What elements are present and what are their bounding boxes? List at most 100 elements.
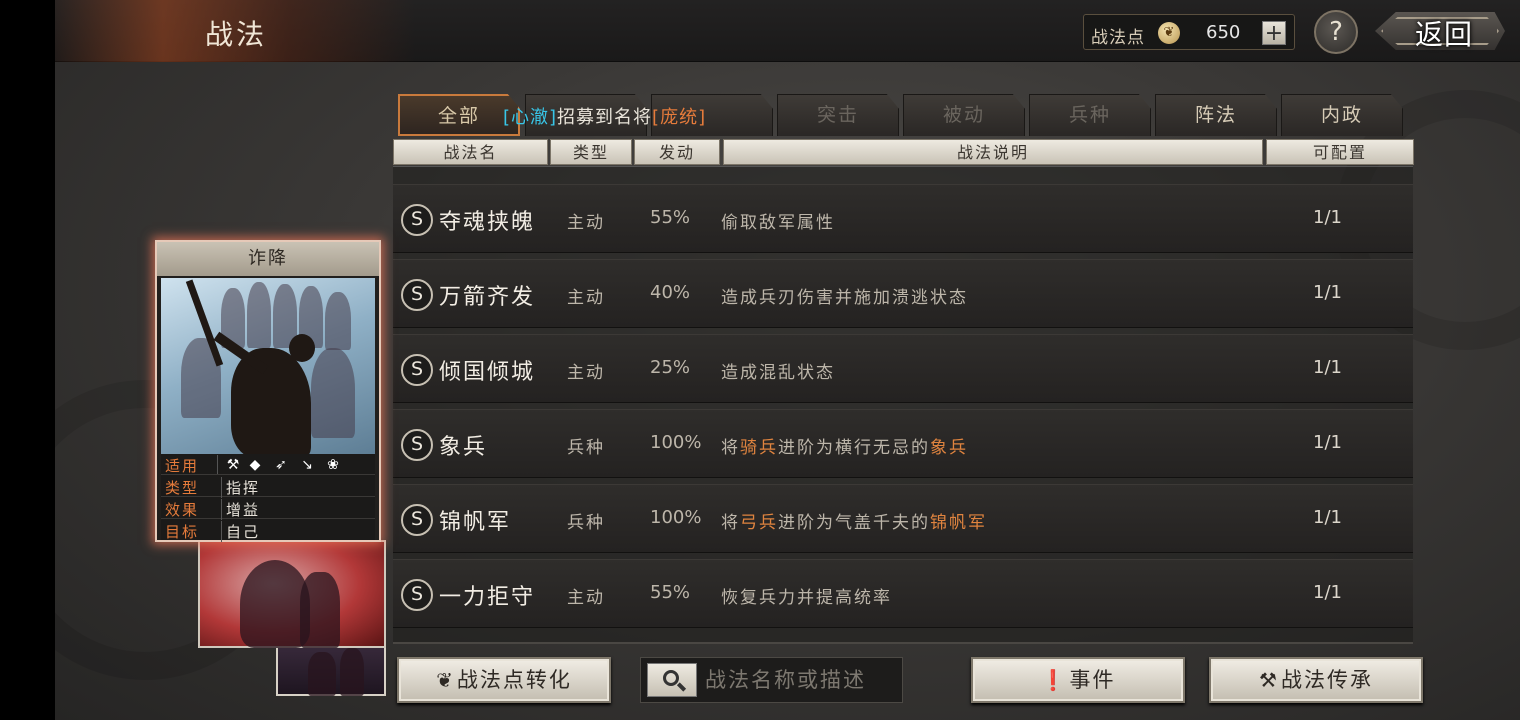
tactic-row[interactable]: S 夺魂挟魄 主动 55% 偷取敌军属性 1/1 [393,184,1413,253]
card-figure [300,572,340,648]
notice-player-name: [心澈] [503,107,558,128]
grade-s-icon: S [401,579,433,611]
tactic-trigger-rate: 100% [650,432,702,453]
tab-formation[interactable]: 阵法 [1155,94,1277,136]
description-keyword: 锦帆军 [930,513,987,533]
hammer-icon: ⚒ [1259,668,1279,692]
card-artwork [161,278,375,454]
grade-s-icon: S [401,204,433,236]
tactic-name: 象兵 [439,435,488,460]
alert-ticket-icon: ❗ [1040,668,1068,692]
card-info-applicable: 适用 ⚒ ◆ ➶ ↘ ❀ [161,454,375,475]
axe-icon: ⚒ [226,457,240,473]
tactic-type: 主动 [567,213,605,233]
tactic-type: 主动 [567,588,605,608]
tab-assault[interactable]: 突击 [777,94,899,136]
description-keyword: 骑兵 [740,438,778,458]
tab-passive[interactable]: 被动 [903,94,1025,136]
description-text: 进阶为气盖千夫的 [778,513,930,533]
tactic-card-stacked[interactable] [276,640,386,696]
tactic-configurable-count: 1/1 [1313,432,1342,453]
tactics-table: S 夺魂挟魄 主动 55% 偷取敌军属性 1/1 S 万箭齐发 主动 40% 造成兵刃伤害并施加溃逃… [393,166,1413,644]
description-keyword: 弓兵 [740,513,778,533]
tactic-description: 将骑兵进阶为横行无忌的象兵 [721,433,968,458]
grade-s-icon: S [401,504,433,536]
tactic-type: 兵种 [567,438,605,458]
tab-troop-type[interactable]: 兵种 [1029,94,1151,136]
main-stage: 战法 战法点 ❦ 650 + ? 返回 全部 突击 被动 兵种 阵法 内政 [心… [55,0,1520,720]
info-value: 自己 [221,521,260,542]
army-silhouette [325,292,351,350]
tactic-description: 将弓兵进阶为气盖千夫的锦帆军 [721,508,987,533]
tactic-name: 万箭齐发 [439,285,536,310]
convert-points-label: 战法点转化 [456,668,572,692]
card-info-panel: 适用 ⚒ ◆ ➶ ↘ ❀ 类型 指挥 效果 增益 目标 自己 [161,454,375,542]
description-text: 偷取敌军属性 [721,213,835,233]
tactic-card-selected[interactable]: 诈降 适用 ⚒ ◆ ➶ ↘ ❀ 类型 指挥 效果 增益 目标 自己 [155,240,381,542]
tactic-configurable-count: 1/1 [1313,357,1342,378]
tactic-row[interactable]: S 万箭齐发 主动 40% 造成兵刃伤害并施加溃逃状态 1/1 [393,259,1413,328]
card-info-target: 目标 自己 [161,520,375,542]
tactic-row[interactable]: S 锦帆军 兵种 100% 将弓兵进阶为气盖千夫的锦帆军 1/1 [393,484,1413,553]
column-header-configurable[interactable]: 可配置 [1266,139,1414,165]
search-bar [640,657,903,703]
card-figure [308,652,336,696]
tactic-inherit-label: 战法传承 [1280,668,1373,692]
tactic-row[interactable]: S 一力拒守 主动 55% 恢复兵力并提高统率 1/1 [393,559,1413,628]
army-silhouette [311,348,355,438]
card-title: 诈降 [157,242,379,276]
shield-icon: ◆ [249,457,261,473]
tab-all[interactable]: 全部 [398,94,520,136]
tactic-card-stacked[interactable] [198,540,386,648]
tactic-name: 倾国倾城 [439,360,536,385]
tactic-points-display: 战法点 ❦ 650 + [1083,14,1295,50]
description-text: 进阶为横行无忌的 [778,438,930,458]
description-text: 将 [721,513,740,533]
card-info-effect: 效果 增益 [161,498,375,520]
flame-coin-icon: ❦ [1158,22,1180,44]
tactic-type: 兵种 [567,513,605,533]
column-header-description: 战法说明 [723,139,1263,165]
tactic-points-value: 650 [1206,22,1241,43]
description-text: 造成兵刃伤害并施加溃逃状态 [721,288,968,308]
column-header-name[interactable]: 战法名 [393,139,548,165]
tactic-description: 偷取敌军属性 [721,208,835,233]
help-button[interactable]: ? [1314,10,1358,54]
tactic-configurable-count: 1/1 [1313,582,1342,603]
tactic-trigger-rate: 100% [650,507,702,528]
tactic-trigger-rate: 25% [650,357,691,378]
tactic-trigger-rate: 40% [650,282,691,303]
tactic-row[interactable]: S 象兵 兵种 100% 将骑兵进阶为横行无忌的象兵 1/1 [393,409,1413,478]
info-value: 增益 [221,499,260,520]
page-title: 战法 [205,18,268,51]
grade-s-icon: S [401,279,433,311]
description-text: 将 [721,438,740,458]
column-header-type[interactable]: 类型 [550,139,632,165]
info-divider [217,455,219,474]
tactic-inherit-button[interactable]: ⚒战法传承 [1209,657,1423,703]
info-key: 效果 [165,501,200,519]
tactic-row[interactable]: S 倾国倾城 主动 25% 造成混乱状态 1/1 [393,334,1413,403]
tactic-points-label: 战法点 [1091,28,1145,48]
events-button[interactable]: ❗事件 [971,657,1185,703]
description-keyword: 象兵 [930,438,968,458]
army-silhouette [247,282,271,348]
search-input[interactable] [705,664,895,696]
column-header-trigger-rate[interactable]: 发动 [634,139,720,165]
tactic-trigger-rate: 55% [650,582,691,603]
notice-general-name: [庞统] [652,107,707,128]
add-points-button[interactable]: + [1262,21,1286,45]
tactic-name: 锦帆军 [439,510,512,535]
tactic-type: 主动 [567,363,605,383]
recruit-notice: [心澈]招募到名将[庞统] [503,103,706,129]
tab-internal-affairs[interactable]: 内政 [1281,94,1403,136]
info-key: 类型 [165,479,200,497]
description-text: 造成混乱状态 [721,363,835,383]
tactic-description: 恢复兵力并提高统率 [721,583,892,608]
tactic-trigger-rate: 55% [650,207,691,228]
convert-points-button[interactable]: ❦战法点转化 [397,657,611,703]
back-button[interactable]: 返回 [1375,8,1507,54]
warrior-silhouette [231,348,311,454]
search-handle [676,682,687,692]
search-icon[interactable] [647,663,697,697]
